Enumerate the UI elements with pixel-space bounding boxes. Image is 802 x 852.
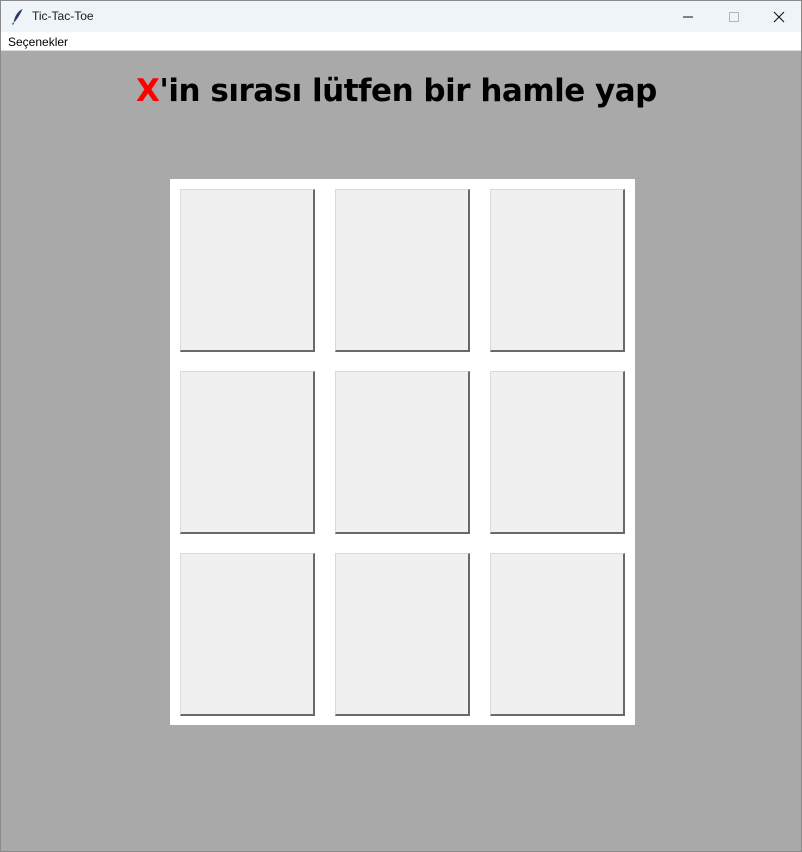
menu-options[interactable]: Seçenekler bbox=[8, 35, 68, 49]
close-button[interactable] bbox=[756, 1, 802, 32]
window-title: Tic-Tac-Toe bbox=[32, 9, 94, 23]
menu-bar: Seçenekler bbox=[1, 32, 801, 51]
app-window: Tic-Tac-Toe Seçenekler X'in sırası lütfe… bbox=[0, 0, 802, 852]
board-cell-1[interactable] bbox=[180, 189, 315, 352]
current-player: X bbox=[136, 73, 160, 109]
board-cell-9[interactable] bbox=[490, 553, 625, 716]
minimize-button[interactable] bbox=[665, 1, 711, 32]
turn-status: X'in sırası lütfen bir hamle yap bbox=[136, 73, 657, 115]
board-cell-4[interactable] bbox=[180, 371, 315, 534]
board-cell-5[interactable] bbox=[335, 371, 470, 534]
board-cell-2[interactable] bbox=[335, 189, 470, 352]
minimize-icon bbox=[683, 16, 693, 17]
board-cell-8[interactable] bbox=[335, 553, 470, 716]
game-board bbox=[170, 179, 635, 725]
maximize-button[interactable] bbox=[711, 1, 757, 32]
feather-icon bbox=[11, 8, 25, 25]
turn-message: 'in sırası lütfen bir hamle yap bbox=[159, 73, 657, 109]
board-cell-7[interactable] bbox=[180, 553, 315, 716]
board-cell-6[interactable] bbox=[490, 371, 625, 534]
board-cell-3[interactable] bbox=[490, 189, 625, 352]
maximize-icon bbox=[729, 11, 739, 22]
close-icon bbox=[773, 11, 785, 22]
title-bar[interactable]: Tic-Tac-Toe bbox=[1, 1, 801, 32]
